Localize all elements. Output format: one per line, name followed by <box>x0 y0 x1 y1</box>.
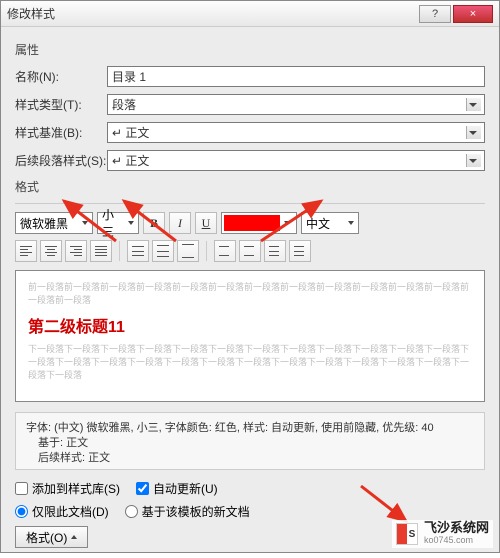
underline-button[interactable]: U <box>195 212 217 234</box>
based-label: 样式基准(B): <box>15 124 107 141</box>
type-label: 样式类型(T): <box>15 96 107 113</box>
font-size-combo[interactable]: 小三 <box>97 212 139 234</box>
dialog-title: 修改样式 <box>7 5 417 22</box>
preview-sample-text: 第二级标题11 <box>28 313 472 337</box>
indent-dec-button[interactable] <box>264 240 286 262</box>
watermark-brand: 飞沙系统网 <box>424 522 489 534</box>
format-menu-button[interactable]: 格式(O) <box>15 526 88 548</box>
new-docs-radio[interactable]: 基于该模板的新文档 <box>125 503 250 520</box>
align-justify-button[interactable] <box>90 240 112 262</box>
follow-label: 后续段落样式(S): <box>15 152 107 169</box>
type-select[interactable]: 段落 <box>107 94 485 115</box>
indent-inc-button[interactable] <box>289 240 311 262</box>
add-to-list-checkbox[interactable]: 添加到样式库(S) <box>15 480 120 497</box>
preview-before-text: 前一段落前一段落前一段落前一段落前一段落前一段落前一段落前一段落前一段落前一段落… <box>28 281 472 307</box>
space-before-dec-button[interactable] <box>239 240 261 262</box>
align-left-button[interactable] <box>15 240 37 262</box>
name-input[interactable]: 目录 1 <box>107 66 485 87</box>
align-right-button[interactable] <box>65 240 87 262</box>
font-format-row: 微软雅黑 小三 B I U 中文 <box>15 212 485 234</box>
desc-line-1: 字体: (中文) 微软雅黑, 小三, 字体颜色: 红色, 样式: 自动更新, 使… <box>26 421 474 436</box>
name-label: 名称(N): <box>15 68 107 85</box>
description-box: 字体: (中文) 微软雅黑, 小三, 字体颜色: 红色, 样式: 自动更新, 使… <box>15 412 485 470</box>
color-swatch <box>224 215 280 231</box>
line-spacing-1-button[interactable] <box>127 240 149 262</box>
space-before-inc-button[interactable] <box>214 240 236 262</box>
dialog-content: 属性 名称(N): 目录 1 样式类型(T): 段落 样式基准(B): ↵ 正文… <box>1 27 499 558</box>
modify-style-dialog: 修改样式 ? × 属性 名称(N): 目录 1 样式类型(T): 段落 样式基准… <box>0 0 500 553</box>
help-button[interactable]: ? <box>419 5 451 23</box>
line-spacing-15-button[interactable] <box>152 240 174 262</box>
font-family-combo[interactable]: 微软雅黑 <box>15 212 93 234</box>
italic-button[interactable]: I <box>169 212 191 234</box>
format-label: 格式 <box>15 178 485 195</box>
paragraph-format-row <box>15 240 485 262</box>
titlebar: 修改样式 ? × <box>1 1 499 27</box>
following-style-select[interactable]: ↵ 正文 <box>107 150 485 171</box>
divider <box>15 203 485 204</box>
separator <box>119 241 120 261</box>
separator <box>206 241 207 261</box>
close-button[interactable]: × <box>453 5 493 23</box>
watermark-logo-icon: S <box>396 523 418 545</box>
language-combo[interactable]: 中文 <box>301 212 359 234</box>
watermark-url: ko0745.com <box>424 534 489 546</box>
preview-after-text: 下一段落下一段落下一段落下一段落下一段落下一段落下一段落下一段落下一段落下一段落… <box>28 343 472 382</box>
font-color-combo[interactable] <box>221 212 297 234</box>
this-doc-radio[interactable]: 仅限此文档(D) <box>15 503 109 520</box>
properties-label: 属性 <box>15 41 485 58</box>
desc-line-2: 基于: 正文 <box>26 436 474 451</box>
desc-line-3: 后续样式: 正文 <box>26 451 474 466</box>
watermark: S 飞沙系统网 ko0745.com <box>392 520 493 548</box>
line-spacing-2-button[interactable] <box>177 240 199 262</box>
preview-box: 前一段落前一段落前一段落前一段落前一段落前一段落前一段落前一段落前一段落前一段落… <box>15 270 485 402</box>
auto-update-checkbox[interactable]: 自动更新(U) <box>136 480 218 497</box>
align-center-button[interactable] <box>40 240 62 262</box>
based-on-select[interactable]: ↵ 正文 <box>107 122 485 143</box>
bold-button[interactable]: B <box>143 212 165 234</box>
